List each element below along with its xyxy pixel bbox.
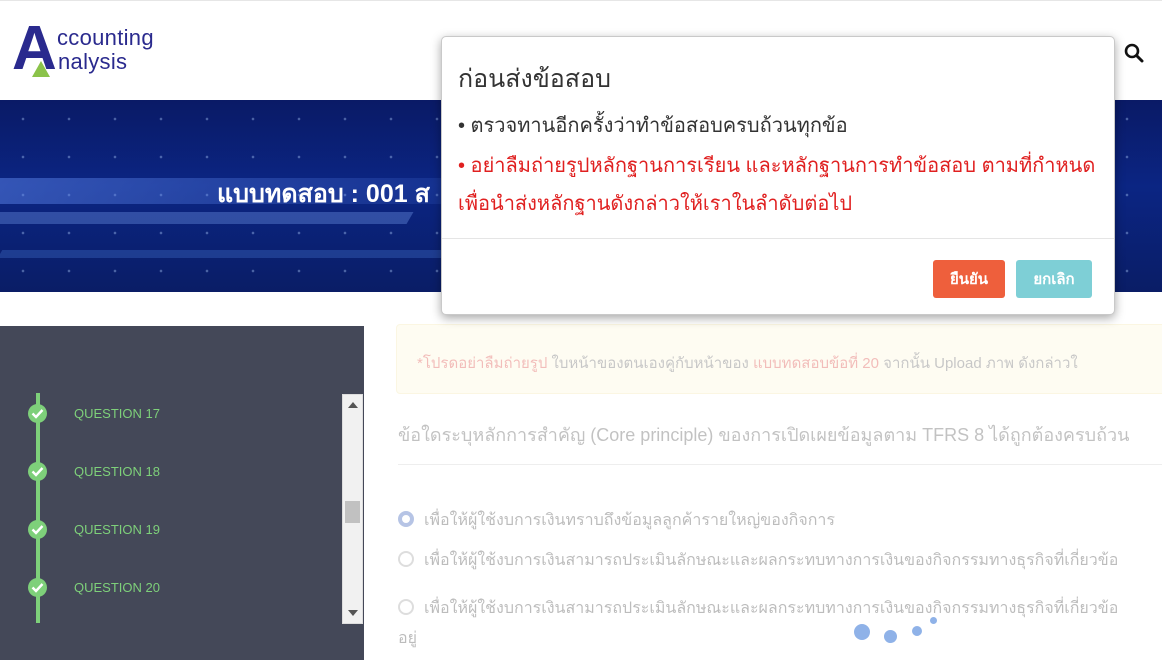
answer-choice[interactable]: เพื่อให้ผู้ใช้งบการเงินสามารถประเมินลักษ…	[398, 596, 1118, 621]
upload-reminder-alert: *โปรดอย่าลืมถ่ายรูป ใบหน้าของตนเองคู่กับ…	[396, 324, 1162, 394]
divider	[442, 238, 1114, 239]
question-label: QUESTION 20	[74, 580, 160, 595]
loader-dot	[912, 626, 922, 636]
scroll-up-arrow-icon[interactable]	[348, 402, 358, 408]
check-circle-icon	[28, 578, 47, 597]
choice-text: เพื่อให้ผู้ใช้งบการเงินทราบถึงข้อมูลลูกค…	[424, 512, 835, 529]
answer-choice[interactable]: เพื่อให้ผู้ใช้งบการเงินทราบถึงข้อมูลลูกค…	[398, 508, 835, 533]
submit-confirmation-dialog: ก่อนส่งข้อสอบ • ตรวจทานอีกครั้งว่าทำข้อส…	[441, 36, 1115, 315]
sidebar-item-question-18[interactable]: QUESTION 18	[24, 456, 324, 486]
choice-text: เพื่อให้ผู้ใช้งบการเงินสามารถประเมินลักษ…	[424, 600, 1119, 617]
loader-dot	[884, 630, 897, 643]
loading-spinner-icon	[852, 614, 952, 648]
alert-suffix: จากนั้น Upload ภาพ ดังกล่าวใ	[879, 355, 1078, 372]
question-list: QUESTION 17 QUESTION 18 QUESTION 19 QUES…	[24, 393, 342, 623]
scroll-down-arrow-icon[interactable]	[348, 610, 358, 616]
loader-dot	[930, 617, 937, 624]
question-panel: *โปรดอย่าลืมถ่ายรูป ใบหน้าของตนเองคู่กับ…	[396, 324, 1162, 672]
question-label: QUESTION 19	[74, 522, 160, 537]
logo-triangle-icon	[32, 61, 50, 77]
question-label: QUESTION 17	[74, 406, 160, 421]
sidebar-item-question-17[interactable]: QUESTION 17	[24, 398, 324, 428]
dialog-title: ก่อนส่งข้อสอบ	[458, 65, 611, 93]
page-title: แบบทดสอบ : 001 ส	[217, 180, 430, 208]
radio-icon[interactable]	[398, 599, 414, 615]
logo-line1: ccounting	[57, 25, 154, 50]
choice-text-continuation: อยู่	[398, 630, 417, 647]
radio-selected-icon[interactable]	[398, 511, 414, 527]
alert-text: *โปรดอย่าลืมถ่ายรูป ใบหน้าของตนเองคู่กับ…	[417, 351, 1078, 375]
check-circle-icon	[28, 462, 47, 481]
search-icon[interactable]	[1124, 43, 1144, 65]
alert-middle: ใบหน้าของตนเองคู่กับหน้าของ	[547, 355, 753, 372]
dialog-warning: • อย่าลืมถ่ายรูปหลักฐานการเรียน และหลักฐ…	[458, 155, 1096, 215]
divider	[398, 464, 1162, 465]
cancel-button[interactable]: ยกเลิก	[1016, 260, 1092, 298]
alert-highlight: แบบทดสอบข้อที่ 20	[752, 355, 879, 372]
question-list-scrollbar[interactable]	[342, 394, 363, 624]
check-circle-icon	[28, 520, 47, 539]
loader-dot	[854, 624, 870, 640]
confirm-button[interactable]: ยืนยัน	[933, 260, 1005, 298]
question-text: ข้อใดระบุหลักการสำคัญ (Core principle) ข…	[398, 425, 1130, 445]
accounting-analysis-logo[interactable]: A ccounting nalysis	[12, 18, 172, 81]
alert-prefix: *โปรดอย่าลืมถ่ายรูป	[417, 355, 548, 372]
sidebar-item-question-20[interactable]: QUESTION 20	[24, 572, 324, 602]
answer-choice[interactable]: เพื่อให้ผู้ใช้งบการเงินสามารถประเมินลักษ…	[398, 548, 1118, 573]
check-circle-icon	[28, 404, 47, 423]
choice-text: เพื่อให้ผู้ใช้งบการเงินสามารถประเมินลักษ…	[424, 552, 1119, 569]
question-label: QUESTION 18	[74, 464, 160, 479]
scrollbar-thumb[interactable]	[345, 501, 360, 523]
radio-icon[interactable]	[398, 551, 414, 567]
dialog-instruction: • ตรวจทานอีกครั้งว่าทำข้อสอบครบถ้วนทุกข้…	[458, 115, 848, 137]
sidebar-item-question-19[interactable]: QUESTION 19	[24, 514, 324, 544]
logo-line2: nalysis	[58, 49, 128, 74]
question-sidebar: QUESTION 17 QUESTION 18 QUESTION 19 QUES…	[0, 326, 364, 660]
